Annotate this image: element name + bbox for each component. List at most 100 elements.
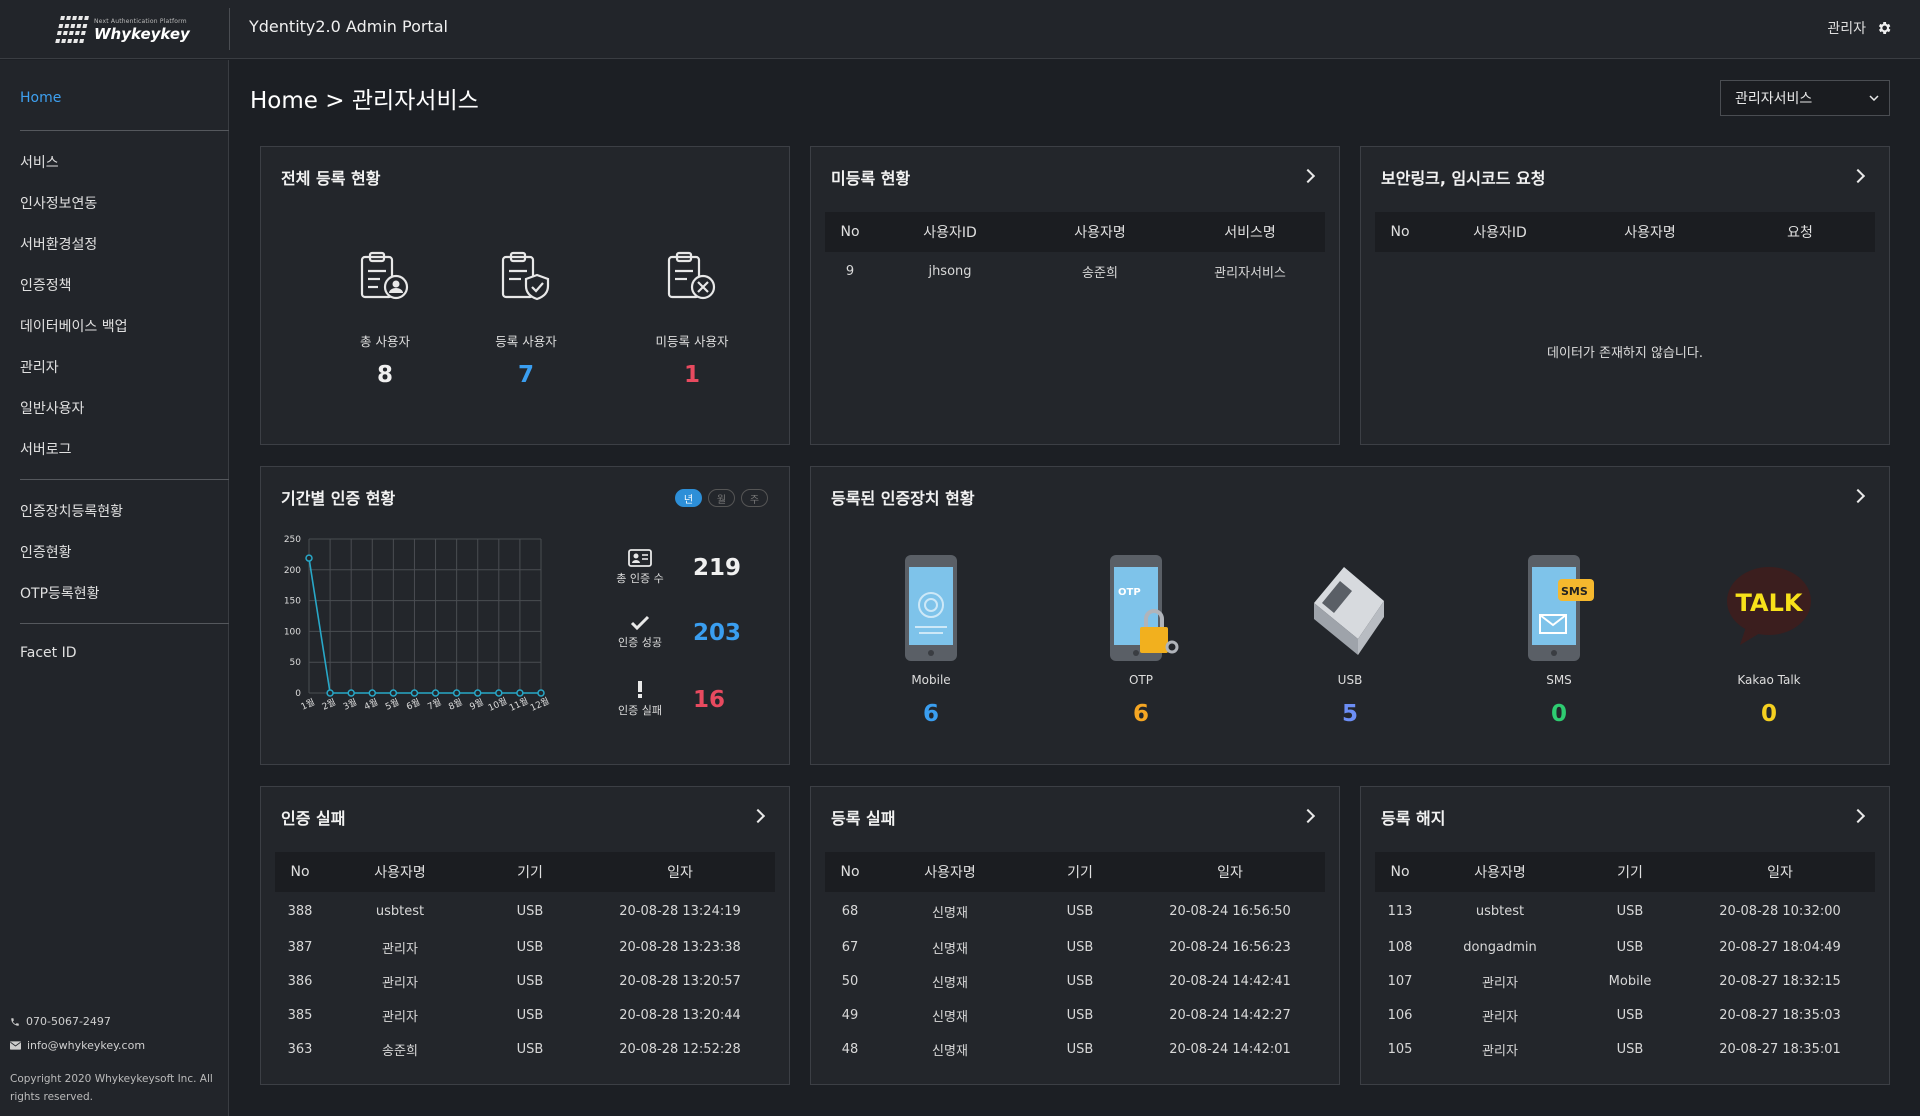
chevron-right-icon[interactable] <box>1300 808 1316 824</box>
chevron-right-icon[interactable] <box>750 808 766 824</box>
sidebar-item-device-registration[interactable]: 인증장치등록현황 <box>20 501 123 521</box>
chevron-right-icon[interactable] <box>1850 488 1866 504</box>
cell: 20-08-24 16:56:23 <box>1169 939 1291 955</box>
table-row[interactable]: 385 관리자 USB 20-08-28 13:20:44 <box>275 998 775 1032</box>
x-tick-label: 7월 <box>425 696 443 713</box>
table-row[interactable]: 113 usbtest USB 20-08-28 10:32:00 <box>1375 892 1875 930</box>
gear-icon[interactable] <box>1876 20 1892 36</box>
data-point <box>368 689 377 697</box>
table-row[interactable]: 67 신명재 USB 20-08-24 16:56:23 <box>825 930 1325 964</box>
table-row[interactable]: 49 신명재 USB 20-08-24 14:42:27 <box>825 998 1325 1032</box>
toggle-month[interactable]: 월 <box>708 489 735 507</box>
sidebar-item-admin[interactable]: 관리자 <box>20 357 59 377</box>
cell: 48 <box>841 1041 859 1057</box>
sidebar-item-otp-registration[interactable]: OTP등록현황 <box>20 583 100 603</box>
sidebar-item-facet-id[interactable]: Facet ID <box>20 645 77 661</box>
card-title: 보안링크, 임시코드 요청 <box>1381 169 1546 188</box>
table-row[interactable]: 106 관리자 USB 20-08-27 18:35:03 <box>1375 998 1875 1032</box>
chevron-right-icon[interactable] <box>1300 168 1316 184</box>
x-tick-label: 1월 <box>299 696 317 713</box>
svg-text:OTP: OTP <box>1118 587 1141 598</box>
cell: 49 <box>841 1007 859 1023</box>
reg-cancel-table: No 사용자명 기기 일자 113 usbtest USB 20-08-28 10:3… <box>1375 852 1875 1066</box>
user-menu[interactable]: 관리자 <box>1827 18 1892 38</box>
device-usb[interactable]: USB 5 <box>1280 553 1420 727</box>
sidebar-item-server-settings[interactable]: 서버환경설정 <box>20 234 97 254</box>
x-tick-label: 12월 <box>528 695 551 714</box>
reg-fail-card: 등록 실패 No 사용자명 기기 일자 68 신명재 USB 20-08-24 16:… <box>810 786 1340 1085</box>
page-title: Home > 관리자서비스 <box>250 88 479 114</box>
chevron-down-icon <box>1869 95 1879 101</box>
cell: 108 <box>1387 939 1413 955</box>
cell: 20-08-28 13:20:44 <box>619 1007 741 1023</box>
table-row[interactable]: 108 dongadmin USB 20-08-27 18:04:49 <box>1375 930 1875 964</box>
stat-unregistered-users: 미등록 사용자 1 <box>632 251 752 388</box>
kpi-label: 인증 성공 <box>618 636 662 649</box>
y-tick-label: 50 <box>290 658 302 668</box>
cell: 신명재 <box>932 905 968 921</box>
logo[interactable]: Next Authentication Platform Whykeykey <box>55 14 190 46</box>
table-row[interactable]: 387 관리자 USB 20-08-28 13:23:38 <box>275 930 775 964</box>
table-row[interactable]: 50 신명재 USB 20-08-24 14:42:41 <box>825 964 1325 998</box>
cell: USB <box>1616 1007 1644 1023</box>
cell: USB <box>516 1041 544 1057</box>
table-row[interactable]: 363 송준희 USB 20-08-28 12:52:28 <box>275 1032 775 1066</box>
data-point <box>516 689 524 697</box>
toggle-week[interactable]: 주 <box>741 489 768 507</box>
header-divider <box>229 8 230 50</box>
column-header: No <box>825 212 875 252</box>
phone-icon <box>11 1017 19 1026</box>
sidebar-item-server-log[interactable]: 서버로그 <box>20 439 72 459</box>
sidebar-item-hr-sync[interactable]: 인사정보연동 <box>20 193 97 213</box>
contact-email[interactable]: info@whykeykey.com <box>10 1039 145 1052</box>
series-line <box>308 557 541 694</box>
stat-label: 미등록 사용자 <box>655 334 729 349</box>
device-kakao[interactable]: TALK Kakao Talk 0 <box>1699 553 1839 727</box>
device-label: USB <box>1337 673 1363 687</box>
column-header: No <box>1375 852 1425 892</box>
x-tick-label: 11월 <box>507 695 530 714</box>
stat-value: 8 <box>376 362 393 388</box>
cell: usbtest <box>375 903 425 919</box>
device-sms[interactable]: SMS SMS 0 <box>1489 553 1629 727</box>
cell: 20-08-24 14:42:01 <box>1169 1041 1291 1057</box>
device-count: 0 <box>1550 701 1567 727</box>
stat-label: 등록 사용자 <box>495 334 557 349</box>
column-header: No <box>275 852 325 892</box>
service-select[interactable]: 관리자서비스 <box>1720 80 1890 116</box>
cell: 관리자 <box>382 975 418 991</box>
table-row[interactable]: 9 jhsong 송준희 관리자서비스 <box>825 252 1325 290</box>
cell: 105 <box>1387 1041 1413 1057</box>
unregistered-card: 미등록 현황 No 사용자ID 사용자명 서비스명 9 jhsong 송준희 관… <box>810 146 1340 445</box>
device-mobile[interactable]: Mobile 6 <box>861 553 1001 727</box>
svg-text:SMS: SMS <box>1561 585 1588 598</box>
sidebar-item-users[interactable]: 일반사용자 <box>20 398 84 418</box>
sidebar-divider <box>20 130 229 131</box>
stat-value: 7 <box>517 362 534 388</box>
sidebar-item-service[interactable]: 서비스 <box>20 152 59 172</box>
chevron-right-icon[interactable] <box>1850 808 1866 824</box>
chevron-right-icon[interactable] <box>1850 168 1866 184</box>
exclamation-icon <box>638 681 642 698</box>
sidebar-item-auth-policy[interactable]: 인증정책 <box>20 275 72 295</box>
device-otp[interactable]: OTP OTP 6 <box>1071 553 1211 727</box>
table-row[interactable]: 48 신명재 USB 20-08-24 14:42:01 <box>825 1032 1325 1066</box>
table-row[interactable]: 105 관리자 USB 20-08-27 18:35:01 <box>1375 1032 1875 1066</box>
data-point <box>347 689 355 697</box>
sidebar-item-auth-status[interactable]: 인증현황 <box>20 542 72 562</box>
toggle-year[interactable]: 년 <box>675 489 702 507</box>
security-link-table: No 사용자ID 사용자명 요청 <box>1375 212 1875 252</box>
table-row[interactable]: 68 신명재 USB 20-08-24 16:56:50 <box>825 892 1325 930</box>
card-title: 기간별 인증 현황 <box>281 489 396 508</box>
email-address[interactable]: info@whykeykey.com <box>27 1039 145 1052</box>
table-row[interactable]: 386 관리자 USB 20-08-28 13:20:57 <box>275 964 775 998</box>
user-label: 관리자 <box>1827 21 1866 37</box>
table-row[interactable]: 107 관리자 Mobile 20-08-27 18:32:15 <box>1375 964 1875 998</box>
table-row[interactable]: 388 usbtest USB 20-08-28 13:24:19 <box>275 892 775 930</box>
svg-text:TALK: TALK <box>1736 589 1804 617</box>
card-title: 인증 실패 <box>281 809 346 828</box>
card-title: 전체 등록 현황 <box>281 169 381 188</box>
period-line-chart: 0 50 100 150 200 250 1월 2월 3월 4월 5월 6월 7월 8월 9월 10월11월1… <box>284 535 551 714</box>
sidebar-item-db-backup[interactable]: 데이터베이스 백업 <box>20 316 128 336</box>
sidebar-item-home[interactable]: Home <box>20 90 61 106</box>
